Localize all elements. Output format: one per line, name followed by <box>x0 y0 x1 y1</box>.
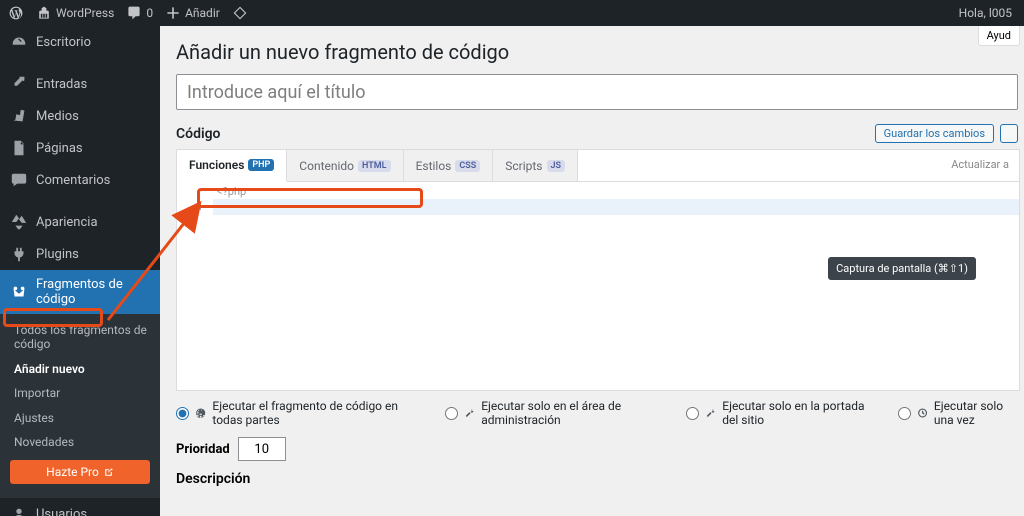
code-editor[interactable]: <?php 1 <box>177 182 1019 390</box>
annotation-highlight <box>197 188 423 208</box>
sidebar-item-pages[interactable]: Páginas <box>0 132 160 164</box>
sidebar-item-posts[interactable]: Entradas <box>0 68 160 100</box>
tab-scripts[interactable]: ScriptsJS <box>493 150 578 181</box>
extra-button[interactable] <box>1000 124 1018 143</box>
wp-logo-icon[interactable] <box>8 5 24 21</box>
go-pro-button[interactable]: Hazte Pro <box>10 460 150 484</box>
code-heading: Código <box>176 126 220 142</box>
priority-row: Prioridad <box>176 437 1024 461</box>
screenshot-tooltip: Captura de pantalla (⌘⇧1) <box>828 257 976 280</box>
run-admin[interactable]: Ejecutar solo en el área de administraci… <box>445 399 662 427</box>
add-new-link[interactable]: Añadir <box>165 5 220 21</box>
run-scope-row: Ejecutar el fragmento de código en todas… <box>176 391 1024 431</box>
submenu-import[interactable]: Importar <box>0 381 160 405</box>
sidebar-item-comments[interactable]: Comentarios <box>0 164 160 196</box>
run-once[interactable]: Ejecutar solo una vez <box>898 399 1024 427</box>
run-everywhere[interactable]: Ejecutar el fragmento de código en todas… <box>176 399 421 427</box>
sidebar-item-appearance[interactable]: Apariencia <box>0 206 160 238</box>
sidebar-item-users[interactable]: Usuarios <box>0 498 160 516</box>
sidebar-submenu-snippets: Todos los fragmentos de código Añadir nu… <box>0 314 160 498</box>
sidebar-item-media[interactable]: Medios <box>0 100 160 132</box>
tab-functions[interactable]: FuncionesPHP <box>177 150 287 182</box>
priority-input[interactable] <box>238 437 286 461</box>
admin-toolbar: WordPress 0 Añadir Hola, l005 <box>0 0 1024 26</box>
admin-sidebar: Escritorio Entradas Medios Páginas Comen… <box>0 26 160 516</box>
diamond-icon[interactable] <box>232 5 248 21</box>
priority-label: Prioridad <box>176 442 230 457</box>
code-tabs: FuncionesPHP ContenidoHTML EstilosCSS Sc… <box>177 150 1019 182</box>
description-heading: Descripción <box>176 471 1024 487</box>
tab-content[interactable]: ContenidoHTML <box>287 150 403 181</box>
snippet-title-input[interactable]: Introduce aquí el título <box>176 74 1018 110</box>
site-name[interactable]: WordPress <box>36 5 114 21</box>
sidebar-item-plugins[interactable]: Plugins <box>0 238 160 270</box>
upgrade-link[interactable]: Actualizar a <box>941 150 1019 181</box>
sidebar-item-dashboard[interactable]: Escritorio <box>0 26 160 58</box>
save-button[interactable]: Guardar los cambios <box>875 124 994 143</box>
tab-styles[interactable]: EstilosCSS <box>404 150 494 181</box>
greeting[interactable]: Hola, l005 <box>959 6 1024 20</box>
submenu-settings[interactable]: Ajustes <box>0 406 160 430</box>
comments-link[interactable]: 0 <box>126 5 153 21</box>
run-frontend[interactable]: Ejecutar solo en la portada del sitio <box>686 399 874 427</box>
page-title: Añadir un nuevo fragmento de código <box>176 40 1024 64</box>
help-tab[interactable]: Ayud <box>978 26 1020 46</box>
submenu-news[interactable]: Novedades <box>0 430 160 454</box>
submenu-add-new[interactable]: Añadir nuevo <box>0 357 160 381</box>
annotation-submenu-highlight <box>3 308 103 327</box>
